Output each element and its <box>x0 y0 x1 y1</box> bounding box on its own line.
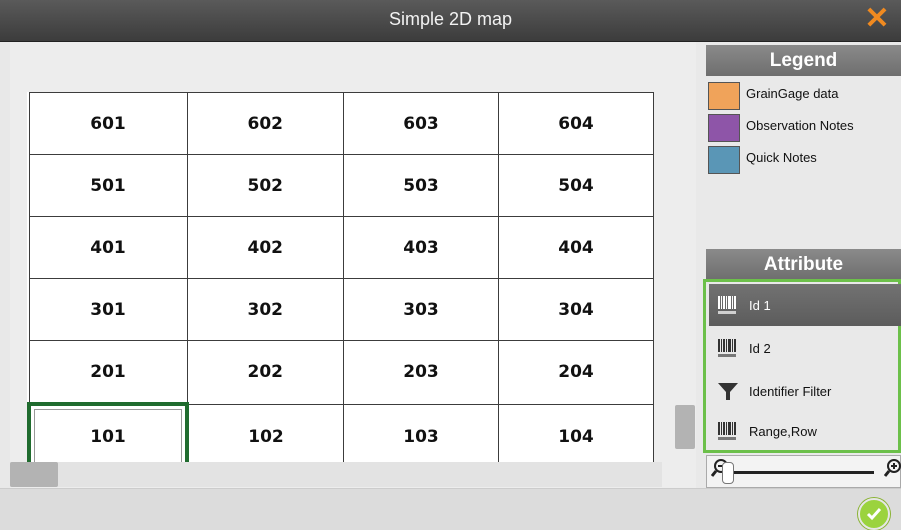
plot-grid: 601 602 603 604 501 502 503 504 401 402 403 404 301 3… <box>27 92 654 471</box>
grid-cell-604[interactable]: 604 <box>498 92 654 155</box>
close-icon[interactable]: ✕ <box>861 2 893 36</box>
check-icon <box>866 508 882 521</box>
grid-cell-402[interactable]: 402 <box>186 216 344 279</box>
grid-row: 301 302 303 304 <box>28 278 654 341</box>
grid-cell-201[interactable]: 201 <box>28 340 188 405</box>
grid-cell-403[interactable]: 403 <box>343 216 499 279</box>
legend-swatch <box>708 114 740 142</box>
ok-button[interactable] <box>858 498 890 530</box>
zoom-slider-thumb[interactable] <box>722 462 734 484</box>
attribute-item-range-row[interactable]: Range,Row <box>709 410 901 452</box>
attribute-item-identifier-filter[interactable]: Identifier Filter <box>709 370 901 412</box>
grid-cell-104[interactable]: 104 <box>498 403 654 470</box>
attribute-label: Range,Row <box>749 424 817 439</box>
legend-label: Quick Notes <box>746 150 817 165</box>
vertical-scrollbar[interactable] <box>675 405 695 449</box>
attribute-label: Id 1 <box>749 298 771 313</box>
grid-cell-603[interactable]: 603 <box>343 92 499 155</box>
window-title: Simple 2D map <box>388 9 513 29</box>
grid-cell-301[interactable]: 301 <box>28 278 188 341</box>
grid-cell-202[interactable]: 202 <box>186 340 344 405</box>
grid-cell-502[interactable]: 502 <box>186 154 344 217</box>
attribute-item-id-1[interactable]: Id 1 <box>709 284 901 326</box>
filter-icon <box>718 383 738 400</box>
title-bar: Simple 2D map ✕ <box>0 0 901 42</box>
grid-cell-203[interactable]: 203 <box>343 340 499 405</box>
grid-cell-601[interactable]: 601 <box>28 92 188 155</box>
barcode-icon <box>718 339 736 357</box>
legend-swatch <box>708 146 740 174</box>
grid-cell-103[interactable]: 103 <box>343 403 499 470</box>
attribute-label: Id 2 <box>749 341 771 356</box>
grid-row: 201 202 203 204 <box>28 340 654 405</box>
legend-label: Observation Notes <box>746 118 854 133</box>
grid-cell-602[interactable]: 602 <box>186 92 344 155</box>
grid-cell-101[interactable]: 101 <box>27 402 189 471</box>
attribute-title: Attribute <box>706 249 901 280</box>
legend-title: Legend <box>706 45 901 76</box>
attribute-list: Id 1 Id 2 Identifier Filter Range,Row <box>703 279 901 453</box>
grid-cell-504[interactable]: 504 <box>498 154 654 217</box>
barcode-icon <box>718 422 736 440</box>
footer-bar <box>0 488 901 530</box>
horizontal-scroll-track[interactable] <box>10 462 662 487</box>
legend-label: GrainGage data <box>746 86 839 101</box>
grid-row: 601 602 603 604 <box>28 92 654 155</box>
legend-swatch <box>708 82 740 110</box>
grid-row: 401 402 403 404 <box>28 216 654 279</box>
horizontal-scrollbar-thumb[interactable] <box>10 462 58 487</box>
grid-cell-401[interactable]: 401 <box>28 216 188 279</box>
zoom-slider-track[interactable] <box>729 471 874 474</box>
grid-cell-404[interactable]: 404 <box>498 216 654 279</box>
grid-cell-302[interactable]: 302 <box>186 278 344 341</box>
zoom-control <box>706 455 901 488</box>
attribute-label: Identifier Filter <box>749 384 832 399</box>
grid-cell-204[interactable]: 204 <box>498 340 654 405</box>
zoom-in-icon[interactable] <box>884 458 901 478</box>
grid-cell-503[interactable]: 503 <box>343 154 499 217</box>
grid-cell-501[interactable]: 501 <box>28 154 188 217</box>
attribute-item-id-2[interactable]: Id 2 <box>709 327 901 369</box>
grid-cell-102[interactable]: 102 <box>186 403 344 470</box>
barcode-icon <box>718 296 736 314</box>
grid-cell-304[interactable]: 304 <box>498 278 654 341</box>
grid-row: 501 502 503 504 <box>28 154 654 217</box>
grid-cell-303[interactable]: 303 <box>343 278 499 341</box>
grid-row: 101 102 103 104 <box>27 402 654 471</box>
